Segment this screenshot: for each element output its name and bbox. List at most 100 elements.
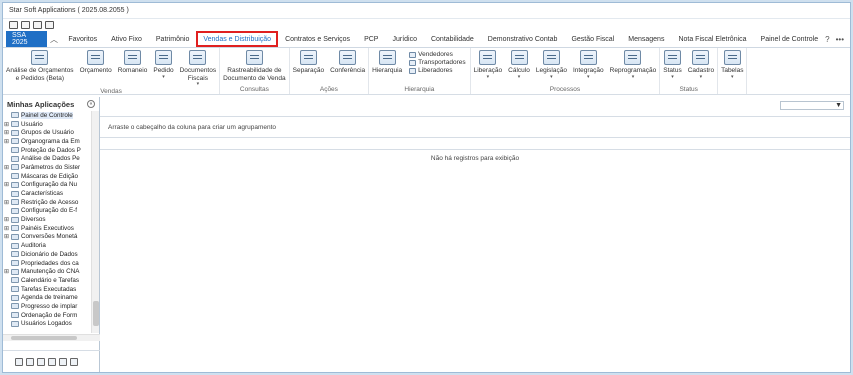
copy-icon[interactable] — [45, 21, 54, 29]
expand-icon[interactable]: ⊞ — [3, 225, 10, 232]
chevron-down-icon[interactable]: ▾ — [700, 74, 703, 80]
tab-vendas-e-distribuicao[interactable]: Vendas e Distribuição — [196, 31, 279, 47]
save-icon[interactable] — [33, 21, 42, 29]
tree-item-caracteristicas[interactable]: Características — [3, 189, 92, 198]
expand-icon[interactable]: ⊞ — [3, 216, 10, 223]
app-menu-tab[interactable]: SSA 2025 — [6, 31, 47, 47]
tree-item-usuario[interactable]: ⊞ Usuário — [3, 120, 92, 129]
tab-pcp[interactable]: PCP — [357, 31, 385, 47]
romaneio-button[interactable]: Romaneio — [115, 50, 151, 75]
chevron-down-icon[interactable]: ▾ — [731, 74, 734, 80]
tab-demonstrativo-contab[interactable]: Demonstrativo Contab — [481, 31, 565, 47]
tree-item-tarefas-executadas[interactable]: Tarefas Executadas — [3, 285, 92, 294]
chevron-down-icon[interactable]: ▾ — [518, 74, 521, 80]
grid-icon[interactable] — [48, 357, 56, 366]
tree-item-paineis-executivos[interactable]: ⊞ Painéis Executivos — [3, 224, 92, 233]
view-icon[interactable] — [15, 357, 23, 366]
more-icon[interactable]: ••• — [836, 35, 844, 44]
transportadores-button[interactable]: Transportadores — [409, 59, 466, 66]
expand-icon[interactable]: ⊞ — [3, 199, 10, 206]
tree-item-progresso-de-implar[interactable]: Progresso de implar — [3, 302, 92, 311]
collapse-sidebar-icon[interactable]: « — [87, 100, 95, 108]
hierarquia-icon — [378, 50, 396, 65]
tab-mensagens[interactable]: Mensagens — [621, 31, 671, 47]
tree-item-restricao-de-acesso[interactable]: ⊞ Restrição de Acesso — [3, 198, 92, 207]
scroll-thumb[interactable] — [93, 301, 99, 326]
vendedores-button[interactable]: Vendedores — [409, 51, 465, 58]
reprogramacao-button[interactable]: Reprogramação ▾ — [607, 50, 660, 80]
expand-icon[interactable]: ⊞ — [3, 129, 10, 136]
tab-gestao-fiscal[interactable]: Gestão Fiscal — [564, 31, 621, 47]
group-by-bar[interactable]: Arraste o cabeçalho da coluna para criar… — [100, 116, 850, 138]
analise-de-orcamentos-button[interactable]: Análise de Orçamentos e Pedidos (Beta) — [3, 50, 77, 82]
hierarquia-button[interactable]: Hierarquia — [369, 50, 405, 75]
expand-icon[interactable]: ⊞ — [3, 268, 10, 275]
tab-painel-de-controle[interactable]: Painel de Controle — [754, 31, 826, 47]
scroll-thumb[interactable] — [11, 336, 77, 340]
settings-icon[interactable] — [59, 357, 67, 366]
expand-icon[interactable]: ⊞ — [3, 138, 10, 145]
chevron-down-icon[interactable]: ▾ — [671, 74, 674, 80]
liberadores-button[interactable]: Liberadores — [409, 67, 465, 74]
expand-icon[interactable]: ⊞ — [3, 121, 10, 128]
tree-item-configuracao-da-nu[interactable]: ⊞ Configuração da Nu — [3, 181, 92, 190]
tab-contratos-e-servicos[interactable]: Contratos e Serviços — [278, 31, 357, 47]
sidebar-horizontal-scrollbar[interactable] — [3, 334, 100, 341]
search-input[interactable]: ▼ — [780, 101, 844, 110]
orcamento-button[interactable]: Orçamento — [77, 50, 115, 75]
rastreabilidade-de-button[interactable]: Rastreabilidade de Documento de Venda — [220, 50, 289, 82]
chevron-down-icon[interactable]: ▾ — [162, 74, 165, 80]
cadastro-button[interactable]: Cadastro ▾ — [685, 50, 717, 80]
expand-icon[interactable]: ⊞ — [3, 164, 10, 171]
expand-icon[interactable]: ⊞ — [3, 181, 10, 188]
help-icon[interactable]: ? — [825, 35, 829, 44]
tree-item-mascaras-de-edicao[interactable]: Máscaras de Edição — [3, 172, 92, 181]
tree-item-painel-de-controle[interactable]: Painel de Controle — [3, 111, 92, 120]
tree-item-dicionario-de-dados[interactable]: Dicionário de Dados — [3, 250, 92, 259]
tree-item-auditoria[interactable]: Auditoria — [3, 241, 92, 250]
tree-item-manutencao-do-cna[interactable]: ⊞ Manutenção do CNA — [3, 267, 92, 276]
tab-patrimonio[interactable]: Patrimônio — [149, 31, 196, 47]
expand-icon[interactable]: ⊞ — [3, 233, 10, 240]
collapse-ribbon-icon[interactable]: ︿ — [47, 31, 62, 47]
tree-item-calendario-e-tarefas[interactable]: Calendário e Tarefas — [3, 276, 92, 285]
chevron-down-icon[interactable]: ▾ — [487, 74, 490, 80]
tab-favoritos[interactable]: Favoritos — [61, 31, 104, 47]
calculo-button[interactable]: Cálculo ▾ — [505, 50, 533, 80]
grid-icon[interactable] — [21, 21, 30, 29]
mail-icon[interactable] — [37, 357, 45, 366]
pin-icon[interactable] — [9, 21, 18, 29]
integracao-button[interactable]: Integração ▾ — [570, 50, 607, 80]
documentos-button[interactable]: Documentos Fiscais ▾ — [177, 50, 220, 87]
tree-item-agenda-de-treiname[interactable]: Agenda de treiname — [3, 293, 92, 302]
tree-item-usuarios-logados[interactable]: Usuários Logados — [3, 320, 92, 329]
legislacao-button[interactable]: Legislação ▾ — [533, 50, 570, 80]
tree-item-propriedades-dos-ca[interactable]: Propriedades dos ca — [3, 259, 92, 268]
tree-item-conversoes-moneta[interactable]: ⊞ Conversões Monetá — [3, 233, 92, 242]
calendar-icon[interactable] — [26, 357, 34, 366]
tree-item-grupos-de-usuario[interactable]: ⊞ Grupos de Usuário — [3, 128, 92, 137]
tree-item-diversos[interactable]: ⊞ Diversos — [3, 215, 92, 224]
tree-item-parametros-do-sister[interactable]: ⊞ Parâmetros do Sister — [3, 163, 92, 172]
tab-juridico[interactable]: Jurídico — [385, 31, 424, 47]
liberacao-button[interactable]: Liberação ▾ — [471, 50, 506, 80]
status-button[interactable]: Status ▾ — [660, 50, 684, 80]
tree-item-protecao-de-dados-p[interactable]: Proteção de Dados P — [3, 146, 92, 155]
chevron-down-icon[interactable]: ▾ — [587, 74, 590, 80]
chevron-down-icon[interactable]: ▾ — [550, 74, 553, 80]
list-icon[interactable] — [70, 357, 78, 366]
tree-item-analise-de-dados-pe[interactable]: Análise de Dados Pe — [3, 154, 92, 163]
sidebar-vertical-scrollbar[interactable] — [91, 111, 99, 333]
conferencia-button[interactable]: Conferência — [327, 50, 368, 75]
chevron-down-icon[interactable]: ▾ — [632, 74, 635, 80]
tree-item-configuracao-do-e-f[interactable]: Configuração do E-f — [3, 207, 92, 216]
tabelas-button[interactable]: Tabelas ▾ — [718, 50, 746, 80]
tab-contabilidade[interactable]: Contabilidade — [424, 31, 481, 47]
tab-nota-fiscal-eletronica[interactable]: Nota Fiscal Eletrônica — [671, 31, 753, 47]
separacao-button[interactable]: Separação — [290, 50, 327, 75]
pedido-button[interactable]: Pedido ▾ — [150, 50, 176, 80]
filter-icon[interactable]: ▼ — [835, 102, 842, 110]
tree-item-organograma-da-em[interactable]: ⊞ Organograma da Em — [3, 137, 92, 146]
tree-item-ordenacao-de-form[interactable]: Ordenação de Form — [3, 311, 92, 320]
tab-ativo-fixo[interactable]: Ativo Fixo — [104, 31, 149, 47]
